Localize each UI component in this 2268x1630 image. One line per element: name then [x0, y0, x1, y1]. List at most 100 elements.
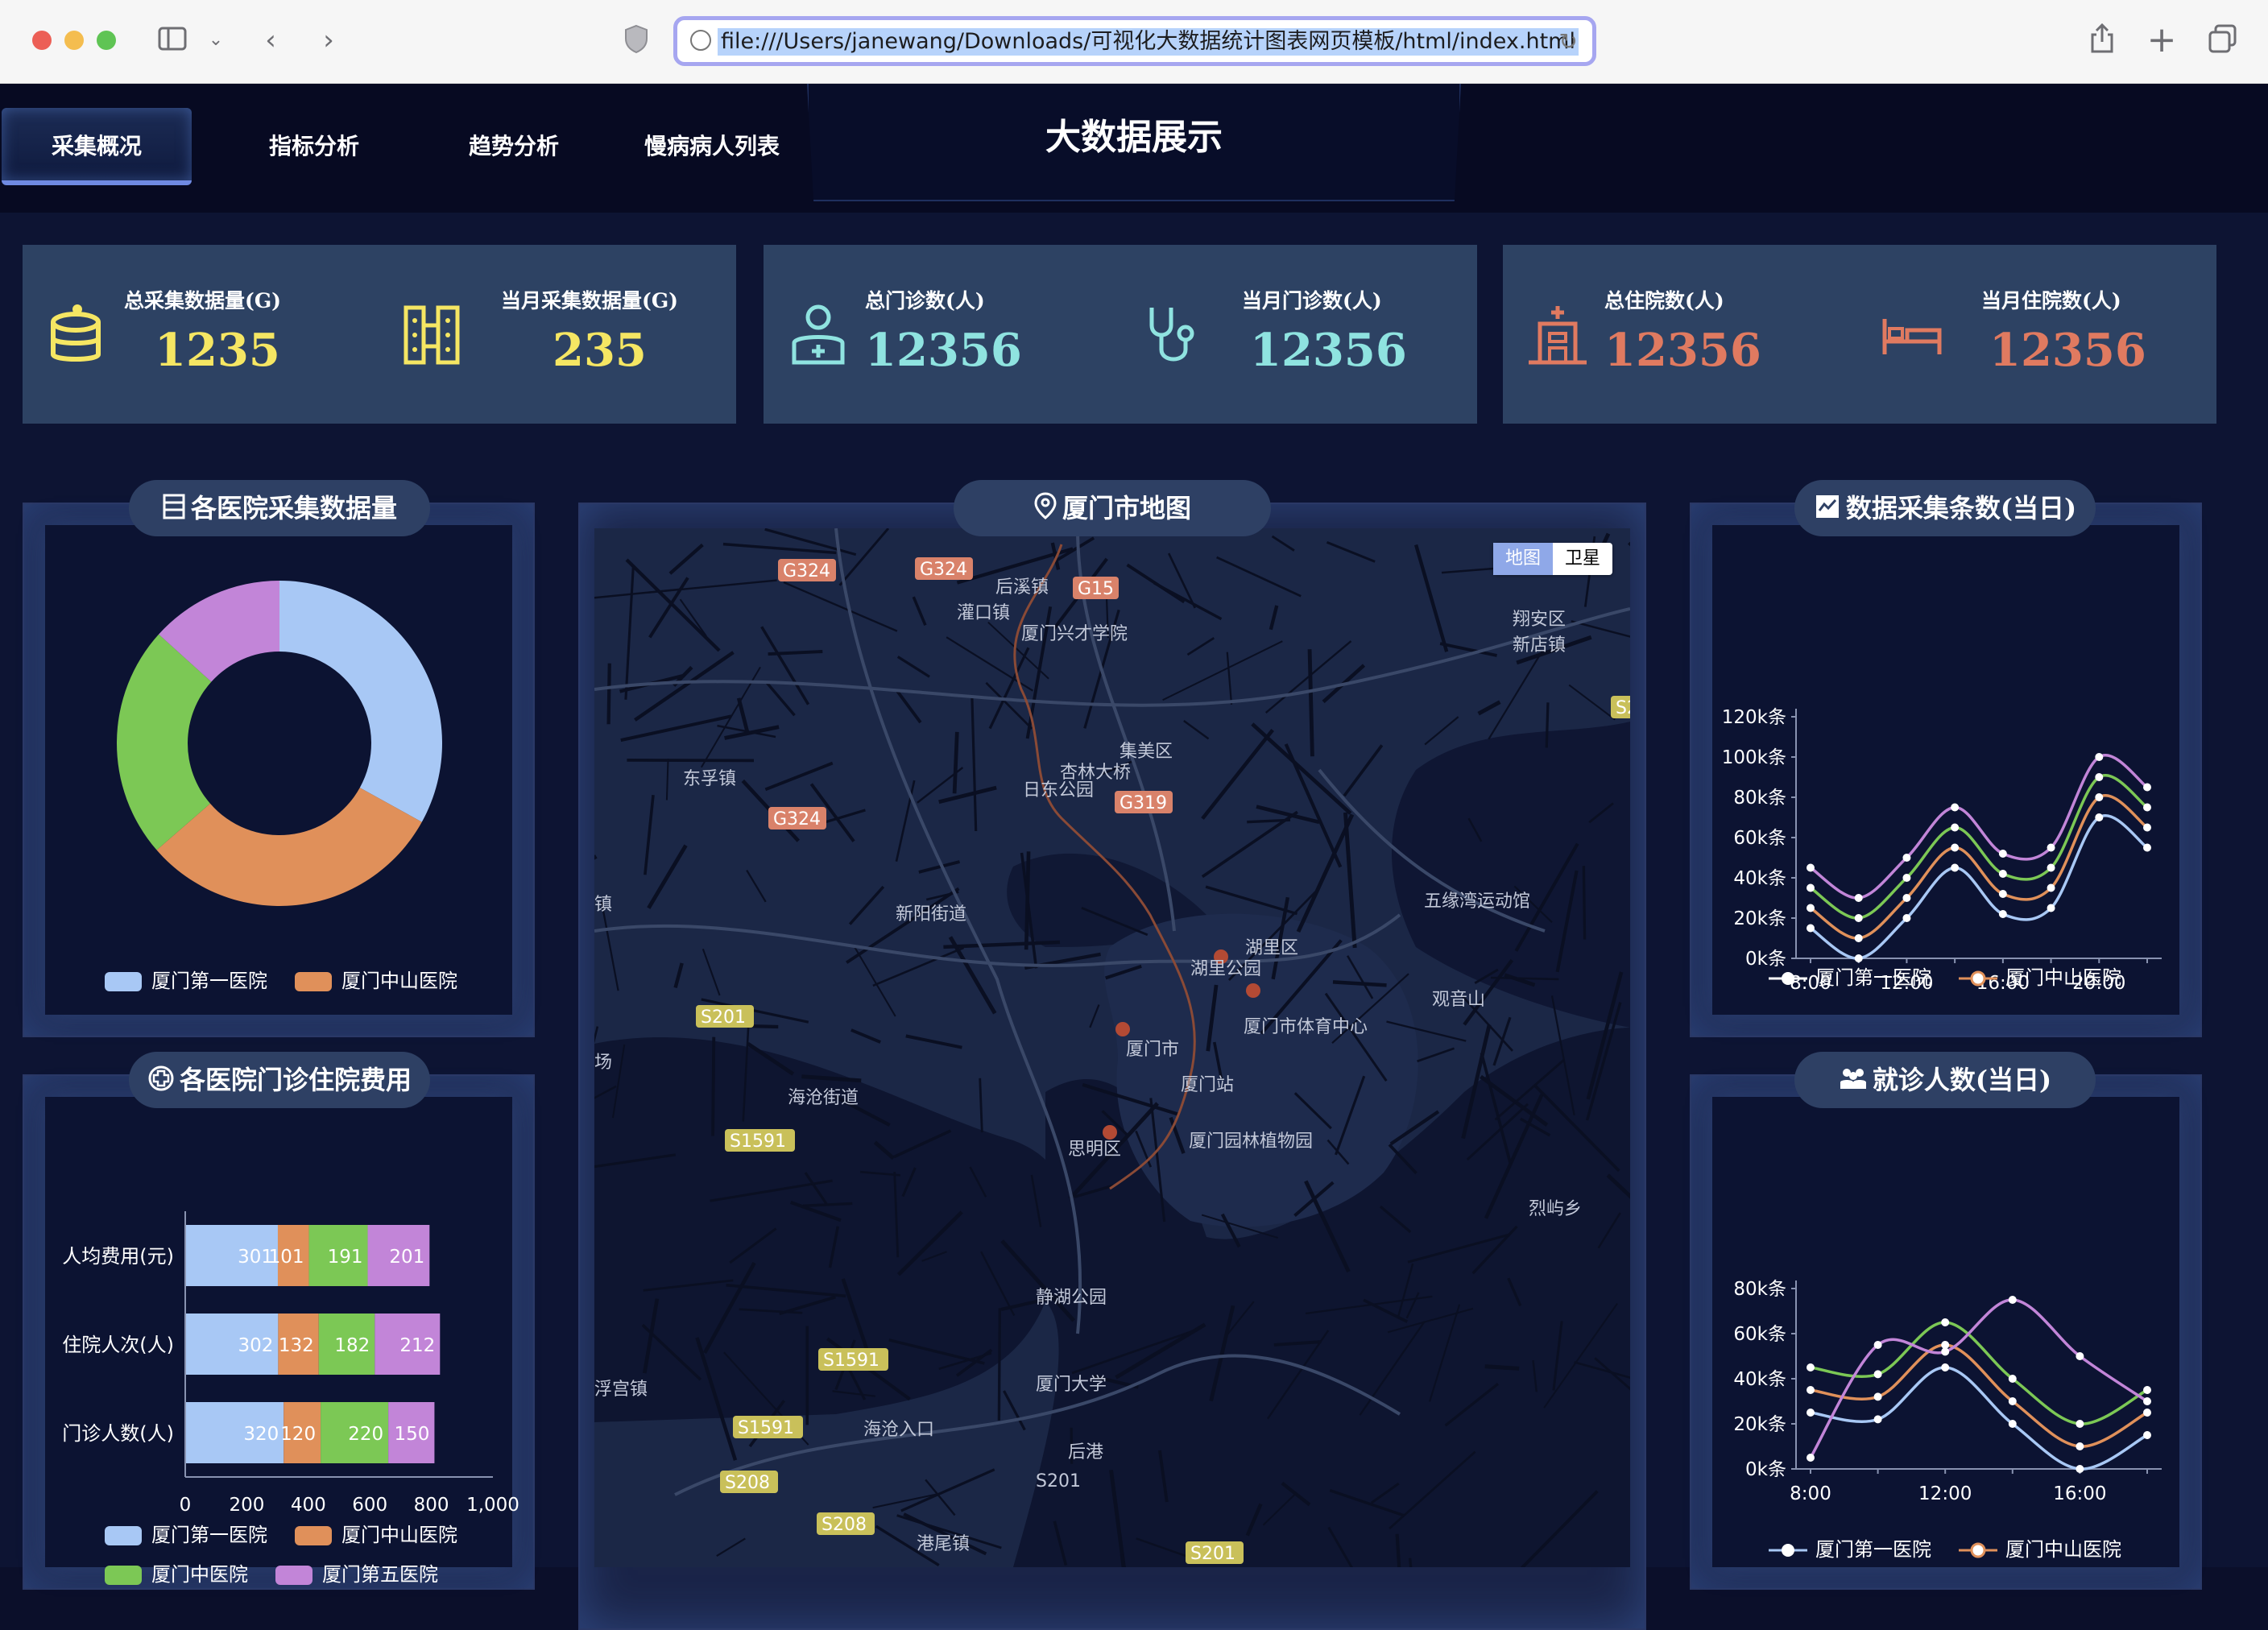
x-tick-label: 800 — [414, 1495, 449, 1516]
road-shield-label: S1591 — [823, 1351, 879, 1371]
tab-trend-analysis[interactable]: 趋势分析 — [433, 108, 594, 185]
share-icon[interactable] — [2086, 23, 2118, 58]
data-point — [2095, 813, 2103, 821]
map-place-label: 镇 — [594, 895, 612, 915]
list-icon — [162, 493, 186, 520]
chevron-down-icon[interactable]: ⌄ — [205, 23, 227, 58]
legend-item[interactable]: 厦门第一医院 — [105, 965, 267, 993]
satellite-mode-button[interactable]: 卫星 — [1553, 543, 1612, 575]
legend-label: 厦门中山医院 — [341, 1524, 457, 1546]
map-place-label: 烈屿乡 — [1529, 1199, 1582, 1219]
tab-collection-overview[interactable]: 采集概况 — [2, 108, 192, 185]
tab-indicator-analysis[interactable]: 指标分析 — [234, 108, 395, 185]
forward-button[interactable]: › — [314, 23, 343, 58]
map-place-label: 新店镇 — [1513, 635, 1566, 656]
x-tick-label: 400 — [291, 1495, 326, 1516]
map-place-label: 厦门市 — [1126, 1040, 1179, 1060]
donut-slice — [279, 581, 442, 822]
data-point — [1874, 1415, 1882, 1423]
stat-value: 1235 — [155, 324, 280, 377]
map-place-label: 灌口镇 — [957, 603, 1010, 623]
map-place-label: 思明区 — [1068, 1140, 1121, 1160]
legend-item[interactable]: 厦门中山医院 — [295, 965, 457, 993]
panel-title: 厦门市地图 — [1062, 493, 1191, 523]
legend-item[interactable]: 厦门第五医院 — [275, 1558, 438, 1587]
road-shield-label: S201 — [1190, 1544, 1235, 1564]
legend-item[interactable]: 厦门中山医院 — [295, 1519, 457, 1547]
y-tick-label: 80k条 — [1733, 1279, 1786, 1300]
road-shield-label: S208 — [822, 1515, 867, 1535]
legend-item[interactable]: 厦门中山医院 — [1959, 1533, 2121, 1562]
stat-total-inpatient: 总住院数(人) 12356 — [1503, 245, 1857, 424]
sidebar-toggle-icon[interactable] — [155, 23, 190, 58]
map-title: 厦门市地图 — [954, 480, 1271, 536]
data-point — [2143, 784, 2151, 792]
map-mode-button[interactable]: 地图 — [1493, 543, 1553, 575]
map-marker — [1115, 1022, 1130, 1036]
data-point — [2076, 1465, 2084, 1473]
xiamen-map[interactable]: G324G324后溪镇G15灌口镇厦门兴才学院翔安区新店镇集美区东孚镇杏林大桥日… — [594, 528, 1630, 1567]
road — [1310, 649, 1312, 756]
stat-value: 235 — [553, 324, 647, 377]
road-shield-label: G324 — [773, 809, 821, 829]
legend-label: 厦门第一医院 — [1815, 966, 1931, 989]
chart-icon — [1814, 493, 1841, 520]
minimize-window-button[interactable] — [64, 31, 84, 50]
data-point — [2143, 824, 2151, 832]
new-tab-icon[interactable]: + — [2146, 23, 2178, 58]
road — [954, 732, 957, 793]
stat-label: 总采集数据量(G) — [124, 285, 281, 314]
data-point — [1807, 1454, 1815, 1462]
legend-item[interactable]: 厦门中山医院 — [1959, 962, 2121, 990]
legend-item[interactable]: 厦门中医院 — [105, 1558, 248, 1587]
close-window-button[interactable] — [32, 31, 52, 50]
map-place-label: 新阳街道 — [896, 904, 966, 925]
map-place-label: S201 — [1036, 1471, 1081, 1491]
data-point — [1807, 864, 1815, 872]
data-point — [1941, 1363, 1949, 1371]
legend-label: 厦门中山医院 — [341, 970, 457, 992]
road — [1485, 1367, 1519, 1369]
data-point — [2143, 1397, 2151, 1405]
road-shield-label: G15 — [1078, 579, 1114, 599]
map-place-label: 静湖公园 — [1036, 1288, 1107, 1308]
tab-overview-icon[interactable] — [2205, 23, 2241, 58]
reload-icon[interactable]: ↻ — [1559, 28, 1578, 55]
legend-item[interactable]: 厦门第一医院 — [105, 1519, 267, 1547]
y-tick-label: 0k条 — [1745, 1459, 1786, 1480]
back-button[interactable]: ‹ — [256, 23, 285, 58]
hospital-data-title: 各医院采集数据量 — [129, 480, 430, 536]
x-tick-label: 600 — [352, 1495, 387, 1516]
zoom-window-button[interactable] — [97, 31, 116, 50]
data-point — [1902, 874, 1910, 882]
data-point — [2047, 864, 2055, 872]
tab-chronic-patient-list[interactable]: 慢病病人列表 — [631, 108, 793, 185]
shield-icon[interactable] — [620, 23, 652, 58]
stat-month-outpatient: 当月门诊数(人) 12356 — [1118, 245, 1472, 424]
road — [1026, 851, 1028, 949]
panel-title: 各医院采集数据量 — [191, 493, 397, 523]
url-text[interactable]: file:///Users/janewang/Downloads/可视化大数据统… — [718, 28, 1579, 56]
bar-data-label: 191 — [328, 1247, 363, 1268]
data-point — [2076, 1442, 2084, 1450]
stat-label: 总住院数(人) — [1604, 285, 1724, 314]
donut-legend: 厦门第一医院 厦门中山医院 — [105, 965, 457, 993]
y-tick-label: 60k条 — [1733, 1324, 1786, 1345]
legend-item[interactable]: 厦门第一医院 — [1769, 962, 1931, 990]
legend-item[interactable]: 厦门第一医院 — [1769, 1533, 1931, 1562]
y-tick-label: 100k条 — [1722, 747, 1786, 768]
map-place-label: 浮宫镇 — [594, 1380, 648, 1400]
stat-value: 12356 — [1604, 324, 1761, 377]
data-point — [1807, 884, 1815, 892]
stat-month-inpatient: 当月住院数(人) 12356 — [1857, 245, 2212, 424]
data-point — [1855, 914, 1863, 922]
address-bar[interactable]: file:///Users/janewang/Downloads/可视化大数据统… — [673, 16, 1596, 66]
stethoscope-icon — [1140, 301, 1205, 369]
legend-label: 厦门第一医院 — [151, 970, 267, 992]
y-tick-label: 120k条 — [1722, 707, 1786, 728]
stat-month-collected: 当月采集数据量(G) 235 — [377, 245, 731, 424]
road-shield-label: G324 — [920, 560, 967, 580]
data-point — [1941, 1318, 1949, 1326]
bar-category-label: 门诊人数(人) — [62, 1422, 174, 1445]
collect-count-title: 数据采集条数(当日) — [1794, 480, 2096, 536]
